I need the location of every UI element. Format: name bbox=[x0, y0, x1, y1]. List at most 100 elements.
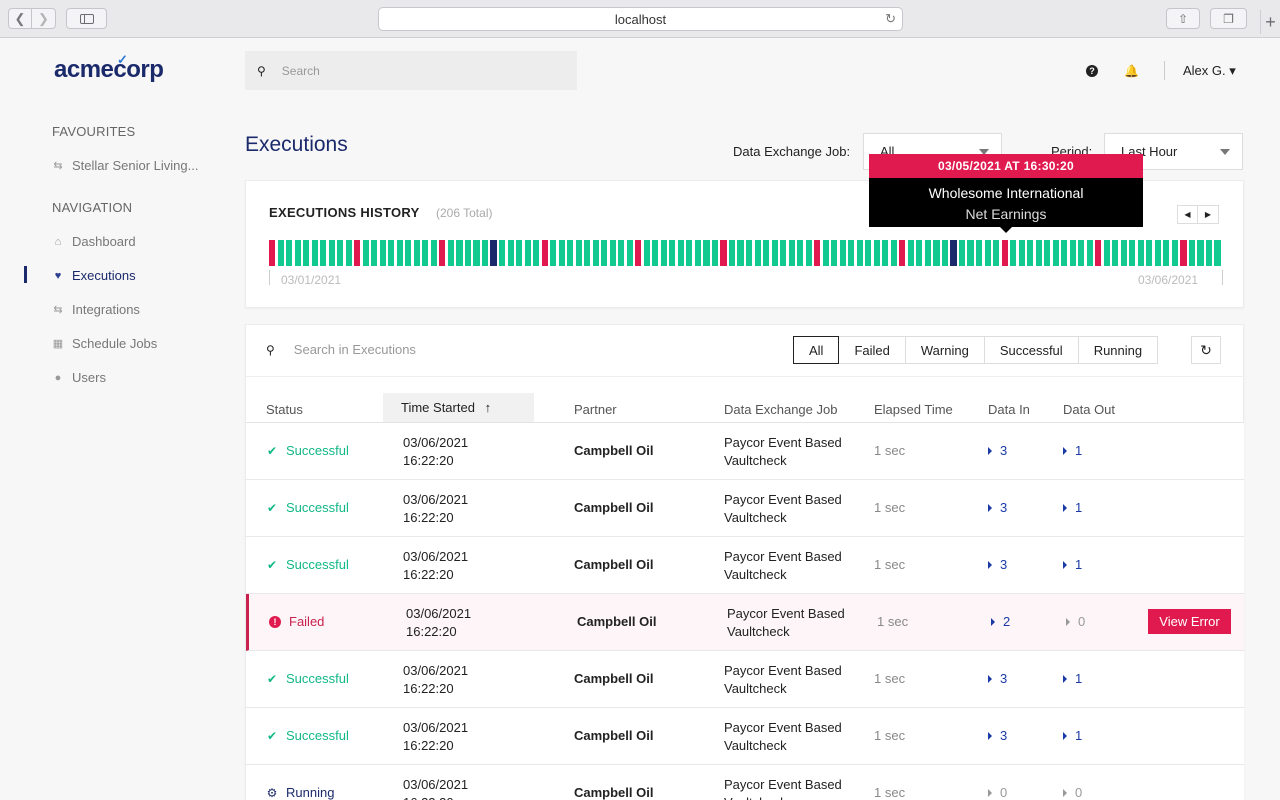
history-bar[interactable] bbox=[1214, 240, 1221, 266]
data-in-cell[interactable]: 3 bbox=[988, 443, 1007, 458]
history-bar[interactable] bbox=[1044, 240, 1051, 266]
history-bar[interactable] bbox=[720, 240, 727, 266]
history-bar[interactable] bbox=[967, 240, 974, 266]
data-in-cell[interactable]: 2 bbox=[991, 614, 1010, 629]
history-bar[interactable] bbox=[354, 240, 361, 266]
history-bar[interactable] bbox=[430, 240, 437, 266]
history-bar[interactable] bbox=[831, 240, 838, 266]
global-search-input[interactable]: ⚲ Search bbox=[245, 51, 577, 90]
history-bar[interactable] bbox=[490, 240, 497, 266]
history-bar[interactable] bbox=[379, 240, 386, 266]
back-icon[interactable]: ❮ bbox=[8, 8, 32, 29]
history-bar[interactable] bbox=[822, 240, 829, 266]
history-bar[interactable] bbox=[1095, 240, 1102, 266]
forward-icon[interactable]: ❯ bbox=[32, 8, 56, 29]
view-error-button[interactable]: View Error bbox=[1148, 609, 1231, 634]
reload-icon[interactable]: ↻ bbox=[885, 11, 896, 27]
history-bar[interactable] bbox=[694, 240, 701, 266]
table-row[interactable]: ✔ Successful 03/06/2021 16:22:20 Campbell Oi… bbox=[246, 480, 1244, 537]
history-bar[interactable] bbox=[1061, 240, 1068, 266]
history-bar[interactable] bbox=[609, 240, 616, 266]
history-bar[interactable] bbox=[797, 240, 804, 266]
history-bar[interactable] bbox=[669, 240, 676, 266]
history-bar[interactable] bbox=[1112, 240, 1119, 266]
history-bar[interactable] bbox=[516, 240, 523, 266]
history-bar[interactable] bbox=[311, 240, 318, 266]
history-bar[interactable] bbox=[1205, 240, 1213, 266]
history-bar[interactable] bbox=[294, 240, 301, 266]
history-bar[interactable] bbox=[1010, 240, 1017, 266]
history-bar[interactable] bbox=[618, 240, 625, 266]
history-bar[interactable] bbox=[882, 240, 889, 266]
history-bar[interactable] bbox=[456, 240, 463, 266]
history-bar[interactable] bbox=[328, 240, 335, 266]
table-row[interactable]: ✔ Successful 03/06/2021 16:22:20 Campbell Oi… bbox=[246, 537, 1244, 594]
history-bar[interactable] bbox=[635, 240, 642, 266]
history-bar[interactable] bbox=[345, 240, 352, 266]
history-bar[interactable] bbox=[1103, 240, 1110, 266]
column-header-elapsed[interactable]: Elapsed Time bbox=[874, 402, 953, 417]
tab-failed[interactable]: Failed bbox=[839, 336, 906, 364]
history-bar[interactable] bbox=[958, 240, 966, 266]
history-bar[interactable] bbox=[541, 240, 548, 266]
history-bar[interactable] bbox=[575, 240, 582, 266]
history-bar[interactable] bbox=[788, 240, 795, 266]
data-in-cell[interactable]: 3 bbox=[988, 671, 1007, 686]
history-bar[interactable] bbox=[950, 240, 957, 266]
history-bar[interactable] bbox=[677, 240, 684, 266]
history-bar[interactable] bbox=[1180, 240, 1187, 266]
data-out-cell[interactable]: 0 bbox=[1066, 614, 1085, 629]
column-header-time-started[interactable]: Time Started ↑ bbox=[401, 400, 491, 415]
history-bar[interactable] bbox=[754, 240, 761, 266]
tab-warning[interactable]: Warning bbox=[905, 336, 985, 364]
history-bar[interactable] bbox=[771, 240, 778, 266]
sidebar-item-executions[interactable]: ♥ Executions bbox=[52, 268, 136, 283]
history-bar[interactable] bbox=[567, 240, 574, 266]
data-out-cell[interactable]: 1 bbox=[1063, 671, 1082, 686]
user-menu[interactable]: Alex G. ▾ bbox=[1183, 63, 1236, 79]
history-bar[interactable] bbox=[413, 240, 420, 266]
history-bar[interactable] bbox=[405, 240, 412, 266]
executions-search-input[interactable]: ⚲ Search in Executions bbox=[266, 342, 416, 357]
history-bar[interactable] bbox=[993, 240, 1000, 266]
history-bar[interactable] bbox=[856, 240, 863, 266]
history-bar[interactable] bbox=[439, 240, 446, 266]
history-bar[interactable] bbox=[396, 240, 403, 266]
tab-all[interactable]: All bbox=[793, 336, 840, 364]
history-bar[interactable] bbox=[711, 240, 719, 266]
bell-icon[interactable]: 🔔 bbox=[1124, 64, 1139, 78]
tab-running[interactable]: Running bbox=[1078, 336, 1159, 364]
history-bar[interactable] bbox=[746, 240, 753, 266]
new-tab-button[interactable]: + bbox=[1260, 10, 1280, 34]
sidebar-toggle-button[interactable] bbox=[66, 8, 107, 29]
history-bar[interactable] bbox=[286, 240, 293, 266]
data-out-cell[interactable]: 0 bbox=[1063, 785, 1082, 800]
history-bar[interactable] bbox=[865, 240, 872, 266]
history-bar[interactable] bbox=[362, 240, 369, 266]
history-bar[interactable] bbox=[941, 240, 949, 266]
table-row[interactable]: ! Failed 03/06/2021 16:22:20 Campbell Oil Pay… bbox=[246, 594, 1244, 651]
history-bar[interactable] bbox=[1129, 240, 1136, 266]
history-bar[interactable] bbox=[780, 240, 787, 266]
history-bar[interactable] bbox=[592, 240, 599, 266]
data-out-cell[interactable]: 1 bbox=[1063, 443, 1082, 458]
data-in-cell[interactable]: 0 bbox=[988, 785, 1007, 800]
history-bar[interactable] bbox=[703, 240, 710, 266]
history-bar[interactable] bbox=[933, 240, 940, 266]
share-button[interactable]: ⇧ bbox=[1166, 8, 1200, 29]
history-bar[interactable] bbox=[1197, 240, 1204, 266]
history-bar[interactable] bbox=[1163, 240, 1170, 266]
history-bar[interactable] bbox=[643, 240, 650, 266]
history-bar[interactable] bbox=[473, 240, 480, 266]
column-header-job[interactable]: Data Exchange Job bbox=[724, 402, 837, 417]
data-out-cell[interactable]: 1 bbox=[1063, 728, 1082, 743]
history-bar[interactable] bbox=[839, 240, 846, 266]
url-bar[interactable]: localhost ↻ bbox=[378, 7, 903, 31]
tabs-button[interactable]: ❐ bbox=[1210, 8, 1247, 29]
data-in-cell[interactable]: 3 bbox=[988, 557, 1007, 572]
history-bar[interactable] bbox=[660, 240, 667, 266]
history-bar[interactable] bbox=[1137, 240, 1144, 266]
table-row[interactable]: ✔ Successful 03/06/2021 16:22:20 Campbell Oi… bbox=[246, 423, 1244, 480]
history-bar[interactable] bbox=[1052, 240, 1059, 266]
history-bar[interactable] bbox=[422, 240, 429, 266]
